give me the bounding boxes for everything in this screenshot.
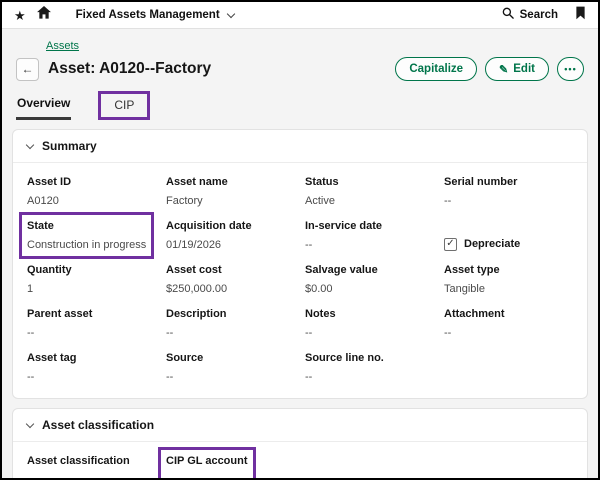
summary-card-header[interactable]: Summary bbox=[13, 130, 587, 163]
page-title: Asset: A0120--Factory bbox=[48, 60, 211, 78]
edit-button[interactable]: ✎ Edit bbox=[485, 57, 549, 81]
topbar: ★ Fixed Assets Management Search bbox=[2, 2, 598, 29]
search-label: Search bbox=[520, 9, 558, 21]
summary-title: Summary bbox=[42, 139, 97, 153]
more-button[interactable]: ••• bbox=[557, 57, 584, 81]
tab-overview[interactable]: Overview bbox=[16, 90, 71, 120]
field-description: Description -- bbox=[166, 308, 295, 339]
breadcrumb[interactable]: Assets bbox=[46, 40, 79, 52]
summary-card: Summary Asset ID A0120 Asset name Factor… bbox=[12, 129, 588, 399]
page-header: Assets ← Asset: A0120--Factory Capitaliz… bbox=[2, 29, 598, 88]
field-quantity: Quantity 1 bbox=[27, 264, 156, 295]
bookmarks-button[interactable] bbox=[575, 6, 586, 25]
chevron-down-icon bbox=[226, 9, 234, 17]
edit-label: Edit bbox=[513, 63, 535, 75]
classification-card: Asset classification Asset classificatio… bbox=[12, 408, 588, 478]
check-icon: ✓ bbox=[446, 239, 454, 249]
field-serial-number: Serial number -- bbox=[444, 176, 573, 207]
tab-bar: Overview CIP bbox=[2, 88, 598, 120]
field-status: Status Active bbox=[305, 176, 434, 207]
field-state: State Construction in progress bbox=[27, 220, 146, 251]
field-salvage-value: Salvage value $0.00 bbox=[305, 264, 434, 295]
summary-grid: Asset ID A0120 Asset name Factory Status… bbox=[13, 163, 587, 398]
field-asset-name: Asset name Factory bbox=[166, 176, 295, 207]
field-parent-asset: Parent asset -- bbox=[27, 308, 156, 339]
field-asset-type: Asset type Tangible bbox=[444, 264, 573, 295]
classification-title: Asset classification bbox=[42, 418, 154, 432]
star-icon: ★ bbox=[14, 9, 26, 22]
depreciate-checkbox[interactable]: ✓ bbox=[444, 238, 457, 251]
back-button[interactable]: ← bbox=[16, 58, 39, 81]
field-depreciate: ✓ Depreciate bbox=[444, 237, 573, 251]
collapse-chevron-icon bbox=[26, 419, 34, 427]
more-icon: ••• bbox=[564, 64, 576, 74]
field-source: Source -- bbox=[166, 352, 295, 383]
header-actions: Capitalize ✎ Edit ••• bbox=[395, 57, 584, 81]
field-source-line-no: Source line no. -- bbox=[305, 352, 434, 383]
home-icon bbox=[37, 6, 51, 24]
back-icon: ← bbox=[22, 62, 34, 76]
home-button[interactable] bbox=[37, 6, 51, 24]
app-switcher[interactable]: Fixed Assets Management bbox=[76, 9, 234, 21]
classification-grid: Asset classification BU--Buildings CIP G… bbox=[13, 442, 587, 478]
field-empty bbox=[444, 352, 573, 383]
search-button[interactable]: Search bbox=[502, 6, 558, 24]
app-window: ★ Fixed Assets Management Search Assets bbox=[0, 0, 600, 480]
field-in-service-date: In-service date -- bbox=[305, 220, 434, 251]
field-asset-tag: Asset tag -- bbox=[27, 352, 156, 383]
collapse-chevron-icon bbox=[26, 140, 34, 148]
field-asset-id: Asset ID A0120 bbox=[27, 176, 156, 207]
bookmark-icon bbox=[575, 6, 586, 25]
app-name: Fixed Assets Management bbox=[76, 9, 220, 21]
title-row: ← Asset: A0120--Factory Capitalize ✎ Edi… bbox=[16, 57, 584, 81]
capitalize-button[interactable]: Capitalize bbox=[395, 57, 477, 81]
field-notes: Notes -- bbox=[305, 308, 434, 339]
classification-card-header[interactable]: Asset classification bbox=[13, 409, 587, 442]
field-acquisition-date: Acquisition date 01/19/2026 bbox=[166, 220, 295, 251]
field-attachment: Attachment -- bbox=[444, 308, 573, 339]
field-asset-classification: Asset classification BU--Buildings bbox=[27, 455, 156, 478]
favorites-button[interactable]: ★ bbox=[14, 9, 26, 22]
tab-cip[interactable]: CIP bbox=[101, 94, 147, 117]
field-cip-gl-account: CIP GL account 1502--Buildings bbox=[166, 455, 248, 478]
edit-icon: ✎ bbox=[499, 63, 508, 76]
search-icon bbox=[502, 6, 514, 24]
field-asset-cost: Asset cost $250,000.00 bbox=[166, 264, 295, 295]
content-area: Summary Asset ID A0120 Asset name Factor… bbox=[2, 120, 598, 478]
